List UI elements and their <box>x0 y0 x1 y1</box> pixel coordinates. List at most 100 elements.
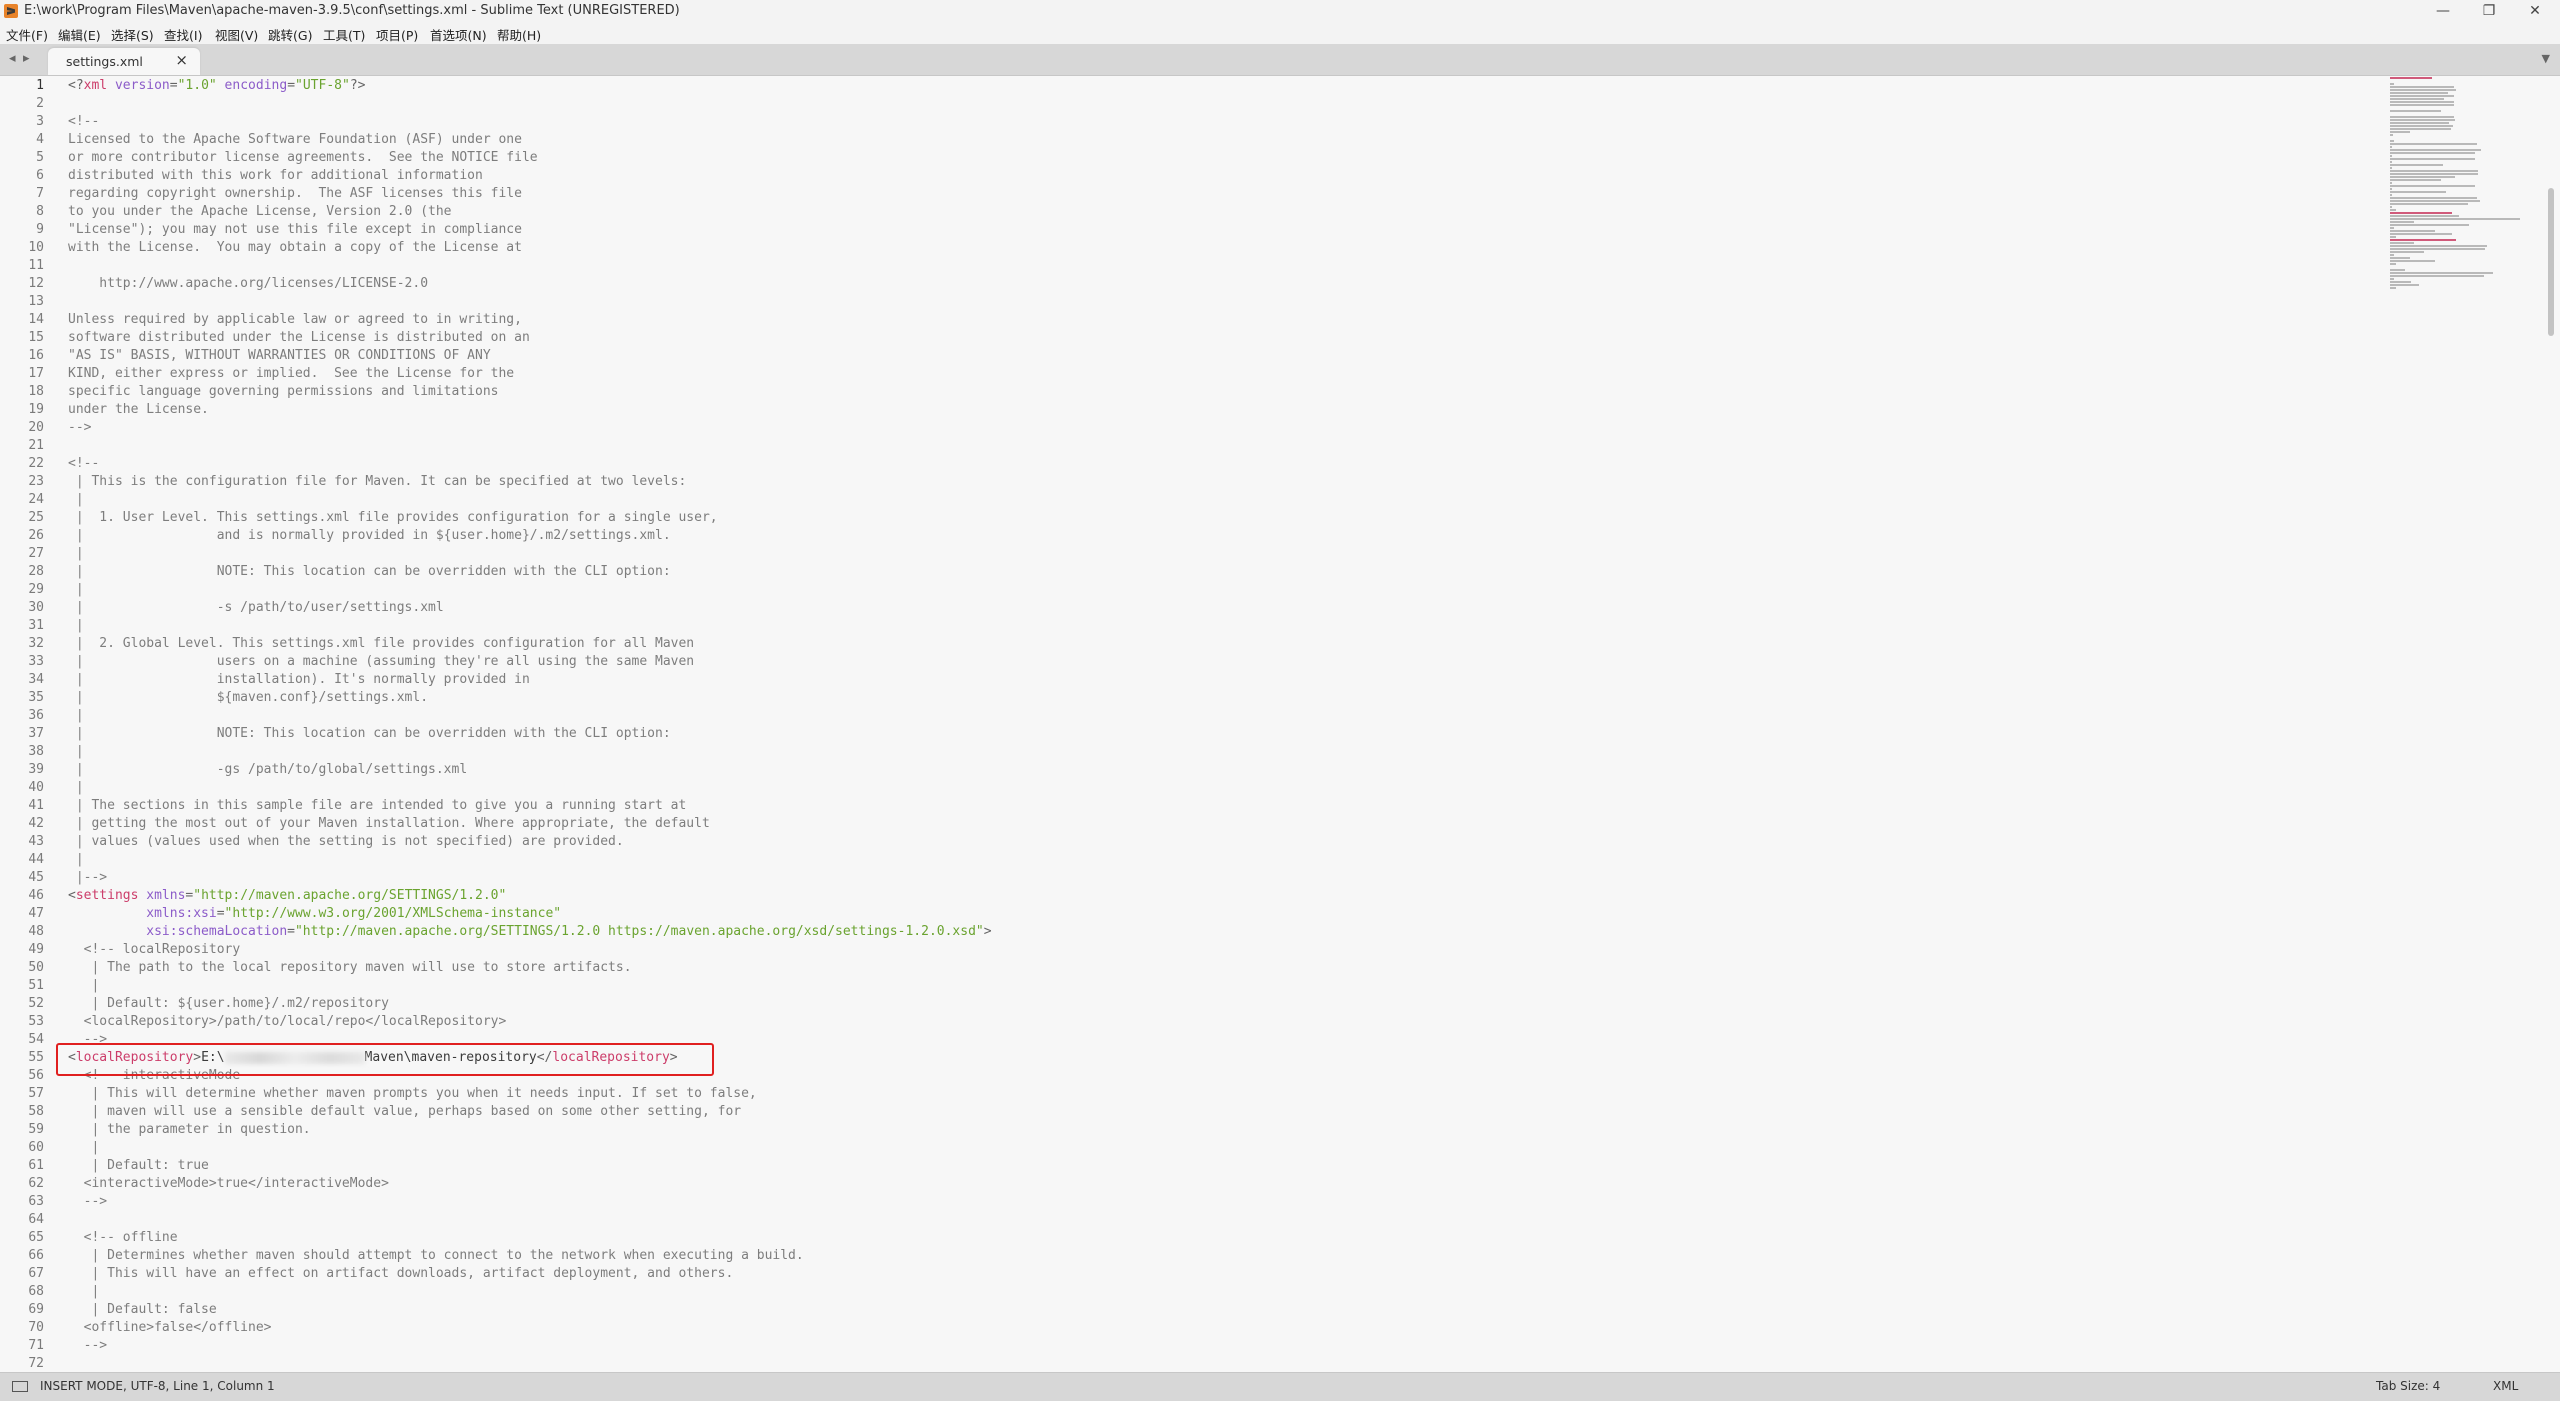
code-line[interactable]: | 2. Global Level. This settings.xml fil… <box>68 635 694 653</box>
code-token: regarding copyright ownership. The ASF l… <box>68 186 522 201</box>
menu-preferences[interactable]: 首选项(N) <box>430 25 487 44</box>
line-number: 19 <box>28 402 44 417</box>
code-line[interactable]: | Default: false <box>68 1301 216 1319</box>
code-token: | This will determine whether maven prom… <box>68 1086 757 1101</box>
code-line[interactable]: "AS IS" BASIS, WITHOUT WARRANTIES OR CON… <box>68 347 491 365</box>
code-line[interactable]: | <box>68 707 84 725</box>
menu-selection[interactable]: 选择(S) <box>111 25 154 44</box>
code-line[interactable]: --> <box>68 419 91 437</box>
code-line[interactable]: regarding copyright ownership. The ASF l… <box>68 185 522 203</box>
minimap[interactable] <box>2390 77 2550 677</box>
menu-find[interactable]: 查找(I) <box>164 25 202 44</box>
code-line[interactable]: | maven will use a sensible default valu… <box>68 1103 741 1121</box>
code-line[interactable]: under the License. <box>68 401 209 419</box>
line-number: 64 <box>28 1212 44 1227</box>
tab-nav-right-icon[interactable]: ▸ <box>23 51 30 66</box>
tab-list-dropdown-icon[interactable]: ▼ <box>2542 52 2550 65</box>
code-line[interactable]: | the parameter in question. <box>68 1121 310 1139</box>
code-line[interactable]: | <box>68 617 84 635</box>
menu-tools[interactable]: 工具(T) <box>323 25 365 44</box>
code-line[interactable]: | <box>68 779 84 797</box>
code-line[interactable]: | Default: ${user.home}/.m2/repository <box>68 995 388 1013</box>
code-line[interactable]: <offline>false</offline> <box>68 1319 272 1337</box>
code-line[interactable]: | ${maven.conf}/settings.xml. <box>68 689 428 707</box>
code-line[interactable]: | NOTE: This location can be overridden … <box>68 563 671 581</box>
line-number: 29 <box>28 582 44 597</box>
line-number: 50 <box>28 960 44 975</box>
code-line[interactable]: software distributed under the License i… <box>68 329 530 347</box>
code-line[interactable]: | 1. User Level. This settings.xml file … <box>68 509 718 527</box>
code-line[interactable]: | The sections in this sample file are i… <box>68 797 687 815</box>
code-token: --> <box>68 1194 108 1209</box>
code-line[interactable]: to you under the Apache License, Version… <box>68 203 452 221</box>
code-line[interactable]: | <box>68 491 84 509</box>
menu-file[interactable]: 文件(F) <box>6 25 48 44</box>
code-line[interactable]: "License"); you may not use this file ex… <box>68 221 522 239</box>
menu-help[interactable]: 帮助(H) <box>497 25 541 44</box>
code-line[interactable]: with the License. You may obtain a copy … <box>68 239 522 257</box>
panel-toggle-icon[interactable] <box>12 1381 28 1392</box>
code-line[interactable]: | <box>68 743 84 761</box>
code-editor[interactable]: <?xml version="1.0" encoding="UTF-8"?> <!… <box>68 77 2368 1372</box>
minimize-button[interactable]: — <box>2420 0 2466 22</box>
code-token: xml <box>83 78 108 93</box>
code-token: encoding <box>216 78 288 93</box>
line-number: 25 <box>28 510 44 525</box>
code-token: | users on a machine (assuming they're a… <box>68 654 695 669</box>
tab-close-icon[interactable]: × <box>175 51 188 69</box>
code-line[interactable]: | <box>68 545 84 563</box>
menu-edit[interactable]: 编辑(E) <box>58 25 101 44</box>
status-syntax[interactable]: XML <box>2493 1379 2518 1393</box>
status-bar: INSERT MODE, UTF-8, Line 1, Column 1 Tab… <box>0 1372 2560 1401</box>
menu-view[interactable]: 视图(V) <box>215 25 258 44</box>
code-line[interactable]: | installation). It's normally provided … <box>68 671 530 689</box>
code-line[interactable]: <localRepository>/path/to/local/repo</lo… <box>68 1013 507 1031</box>
maximize-button[interactable]: ❐ <box>2466 0 2512 22</box>
code-line[interactable]: | users on a machine (assuming they're a… <box>68 653 694 671</box>
code-line[interactable]: specific language governing permissions … <box>68 383 498 401</box>
code-line[interactable]: | values (values used when the setting i… <box>68 833 624 851</box>
code-line[interactable]: | <box>68 581 84 599</box>
code-line[interactable]: or more contributor license agreements. … <box>68 149 538 167</box>
code-line[interactable]: xsi:schemaLocation="http://maven.apache.… <box>68 923 991 941</box>
code-line[interactable]: | This is the configuration file for Mav… <box>68 473 687 491</box>
code-line[interactable]: <interactiveMode>true</interactiveMode> <box>68 1175 389 1193</box>
vertical-scrollbar[interactable] <box>2548 188 2554 336</box>
code-line[interactable]: | NOTE: This location can be overridden … <box>68 725 671 743</box>
tab-nav-left-icon[interactable]: ◂ <box>9 51 16 66</box>
code-line[interactable]: | This will determine whether maven prom… <box>68 1085 757 1103</box>
code-line[interactable]: distributed with this work for additiona… <box>68 167 483 185</box>
code-line[interactable]: Unless required by applicable law or agr… <box>68 311 522 329</box>
code-line[interactable]: <!-- offline <box>68 1229 178 1247</box>
menu-goto[interactable]: 跳转(G) <box>268 25 312 44</box>
code-line[interactable]: | <box>68 1139 99 1157</box>
code-line[interactable]: <!-- <box>68 455 99 473</box>
code-line[interactable]: Licensed to the Apache Software Foundati… <box>68 131 522 149</box>
status-tab-size[interactable]: Tab Size: 4 <box>2376 1379 2440 1393</box>
code-line[interactable]: | <box>68 1283 99 1301</box>
code-line[interactable]: | and is normally provided in ${user.hom… <box>68 527 671 545</box>
code-line[interactable]: xmlns:xsi="http://www.w3.org/2001/XMLSch… <box>68 905 561 923</box>
tab-settings-xml[interactable]: settings.xml × <box>48 48 200 75</box>
code-line[interactable]: | getting the most out of your Maven ins… <box>68 815 710 833</box>
code-line[interactable]: <!-- localRepository <box>68 941 241 959</box>
code-line[interactable]: KIND, either express or implied. See the… <box>68 365 514 383</box>
code-line[interactable]: --> <box>68 1193 108 1211</box>
close-button[interactable]: ✕ <box>2512 0 2558 22</box>
code-line[interactable]: <?xml version="1.0" encoding="UTF-8"?> <box>68 77 365 95</box>
code-line[interactable]: | <box>68 851 84 869</box>
code-line[interactable]: | Determines whether maven should attemp… <box>68 1247 803 1265</box>
code-line[interactable]: |--> <box>68 869 107 887</box>
code-line[interactable]: | -s /path/to/user/settings.xml <box>68 599 444 617</box>
code-line[interactable]: http://www.apache.org/licenses/LICENSE-2… <box>68 275 428 293</box>
menu-project[interactable]: 项目(P) <box>376 25 418 44</box>
code-line[interactable]: | -gs /path/to/global/settings.xml <box>68 761 467 779</box>
code-line[interactable]: --> <box>68 1337 108 1355</box>
code-line[interactable]: | The path to the local repository maven… <box>68 959 631 977</box>
code-line[interactable]: <!-- <box>68 113 99 131</box>
code-line[interactable]: | This will have an effect on artifact d… <box>68 1265 733 1283</box>
code-line[interactable]: <settings xmlns="http://maven.apache.org… <box>68 887 506 905</box>
minimap-line <box>2390 206 2392 208</box>
code-line[interactable]: | <box>68 977 99 995</box>
code-line[interactable]: | Default: true <box>68 1157 208 1175</box>
